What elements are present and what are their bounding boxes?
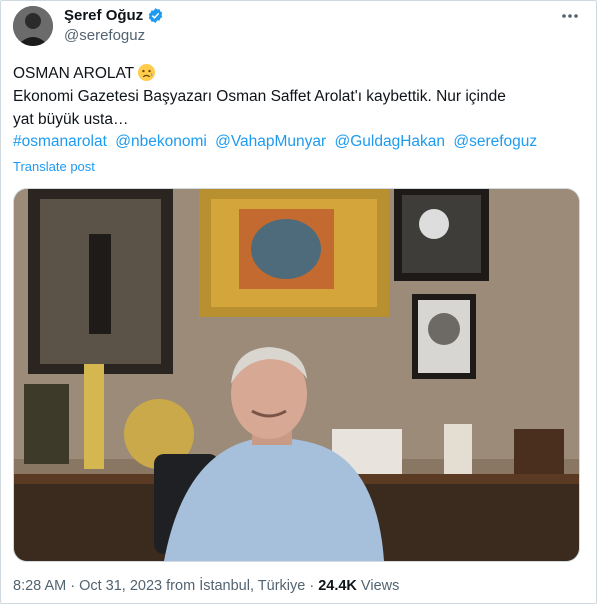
office-portrait-image: [14, 189, 579, 561]
mention-link[interactable]: @GuldagHakan: [335, 133, 446, 150]
mention-link[interactable]: @VahapMunyar: [215, 133, 326, 150]
views-count: 24.4K: [318, 578, 357, 594]
tweet-location: İstanbul, Türkiye: [199, 578, 306, 594]
tweet-photo[interactable]: [13, 188, 580, 562]
hashtag-link[interactable]: #osmanarolat: [13, 133, 107, 150]
tweet-tags: #osmanarolat @nbekonomi @VahapMunyar @Gu…: [13, 133, 541, 151]
tweet-meta: 8:28 AM · Oct 31, 2023 from İstanbul, Tü…: [13, 578, 399, 594]
tweet-line-1: OSMAN AROLAT: [13, 65, 135, 82]
views-label: Views: [356, 578, 400, 594]
verified-badge-icon: [148, 8, 163, 23]
mention-link[interactable]: @nbekonomi: [115, 133, 207, 150]
sad-tear-face-icon: [138, 63, 156, 82]
tweet-date[interactable]: Oct 31, 2023: [79, 578, 162, 594]
tweet-line-2: Ekonomi Gazetesi Başyazarı Osman Saffet …: [13, 88, 506, 105]
from-label: from: [162, 578, 200, 594]
tweet-line-3: yat büyük usta…: [13, 111, 129, 128]
tweet-time[interactable]: 8:28 AM: [13, 578, 66, 594]
author-name[interactable]: Şeref Oğuz: [64, 7, 143, 24]
tweet-text: OSMAN AROLAT Ekonomi Gazetesi Başyazarı …: [13, 62, 583, 131]
separator: ·: [66, 578, 80, 594]
author-avatar[interactable]: [13, 6, 53, 46]
mention-link[interactable]: @serefoguz: [453, 133, 537, 150]
separator: ·: [305, 578, 319, 594]
author-handle[interactable]: @serefoguz: [64, 27, 145, 44]
translate-post-link[interactable]: Translate post: [13, 159, 95, 174]
more-options-icon[interactable]: [560, 8, 580, 24]
